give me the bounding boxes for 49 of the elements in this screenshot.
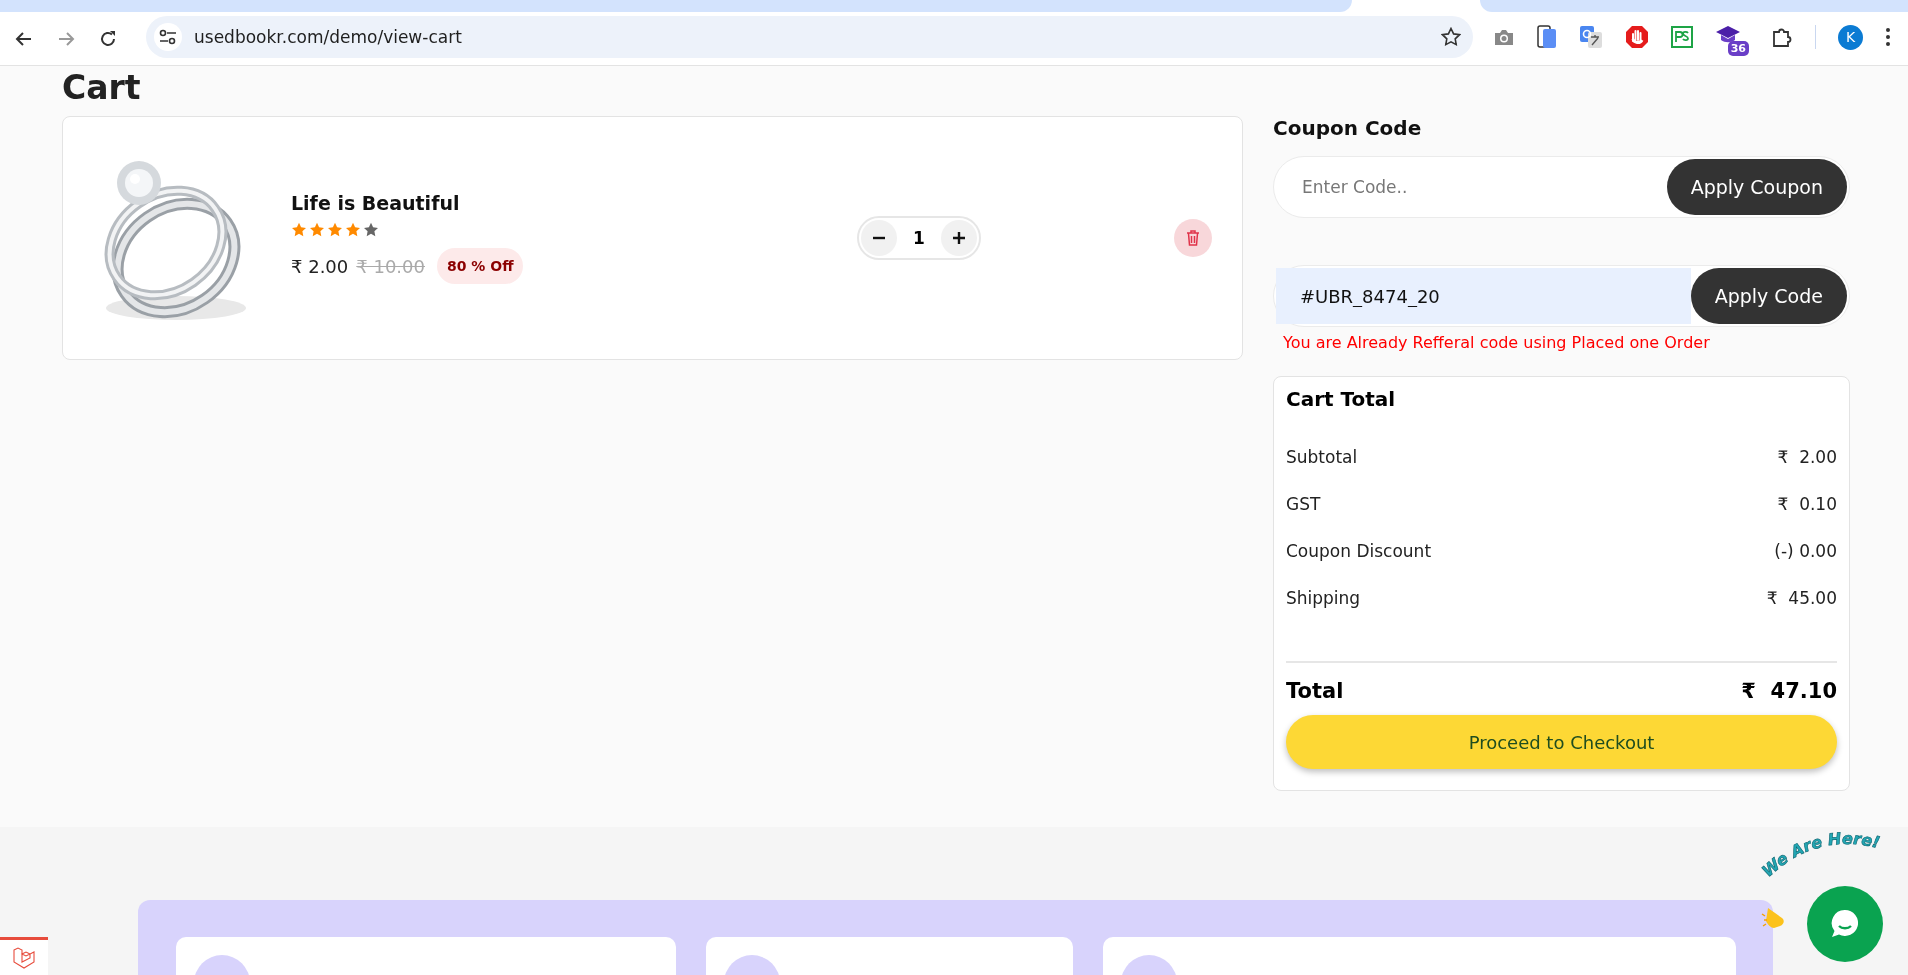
card-title: Cart Total [1286, 387, 1396, 411]
trash-icon [1186, 230, 1200, 246]
row-amount: (-) 0.00 [1774, 541, 1837, 561]
original-price: ₹ 10.00 [356, 255, 425, 277]
coupon-field[interactable]: Enter Code.. Apply Coupon [1273, 156, 1850, 218]
apply-coupon-button[interactable]: Apply Coupon [1666, 159, 1847, 215]
star-icon [291, 222, 307, 238]
page-title: Cart [62, 70, 141, 106]
star-icon [363, 222, 379, 238]
bookmark-star-icon[interactable] [1441, 27, 1461, 47]
row-amount: ₹ 45.00 [1766, 588, 1837, 608]
error-message: You are Already Refferal code using Placed one Order [1283, 333, 1710, 352]
camera-icon[interactable] [1493, 27, 1515, 47]
product-name: Life is Beautiful [291, 192, 460, 214]
tagline-text: We Are Here! [1750, 828, 1908, 884]
row-amount: ₹ 2.00 [1777, 447, 1837, 467]
address-bar[interactable]: usedbookr.com/demo/view-cart [146, 16, 1473, 58]
increase-button[interactable] [941, 220, 977, 256]
referral-field[interactable]: #UBR_8474_20 Apply Code [1273, 265, 1850, 327]
price: ₹ 2.00 [291, 255, 349, 277]
section-title: Coupon Code [1273, 116, 1422, 140]
total-amount: ₹ 47.10 [1741, 679, 1837, 703]
reload-icon[interactable] [98, 29, 118, 49]
total-label: Total [1286, 679, 1344, 703]
puzzle-piece-icon[interactable] [1771, 26, 1793, 48]
checkout-button[interactable]: Proceed to Checkout [1286, 715, 1837, 769]
apply-code-button[interactable]: Apply Code [1690, 268, 1847, 324]
row-amount: ₹ 0.10 [1777, 494, 1837, 514]
stop-hand-icon[interactable] [1625, 25, 1649, 49]
row-label: Coupon Discount [1286, 541, 1432, 561]
more-menu-icon[interactable] [1885, 27, 1891, 47]
row-label: Shipping [1286, 588, 1361, 608]
quantity-value: 1 [912, 228, 926, 248]
phone-icon[interactable] [1537, 25, 1557, 49]
site-settings-icon[interactable] [159, 29, 177, 45]
row-label: Subtotal [1286, 447, 1358, 467]
delete-button[interactable] [1174, 219, 1212, 257]
ps-icon[interactable] [1671, 26, 1693, 48]
star-icon [309, 222, 325, 238]
row-label: GST [1286, 494, 1321, 514]
graduation-cap-icon [1715, 24, 1741, 44]
star-icon [327, 222, 343, 238]
extension-button[interactable]: 36 [1715, 24, 1749, 56]
cube-stack-icon[interactable] [12, 945, 36, 970]
profile-avatar[interactable]: K [1838, 24, 1863, 50]
plus-icon [952, 231, 966, 245]
star-icon [345, 222, 361, 238]
translate-icon[interactable] [1579, 25, 1603, 49]
discount-badge: 80 % Off [437, 248, 524, 284]
